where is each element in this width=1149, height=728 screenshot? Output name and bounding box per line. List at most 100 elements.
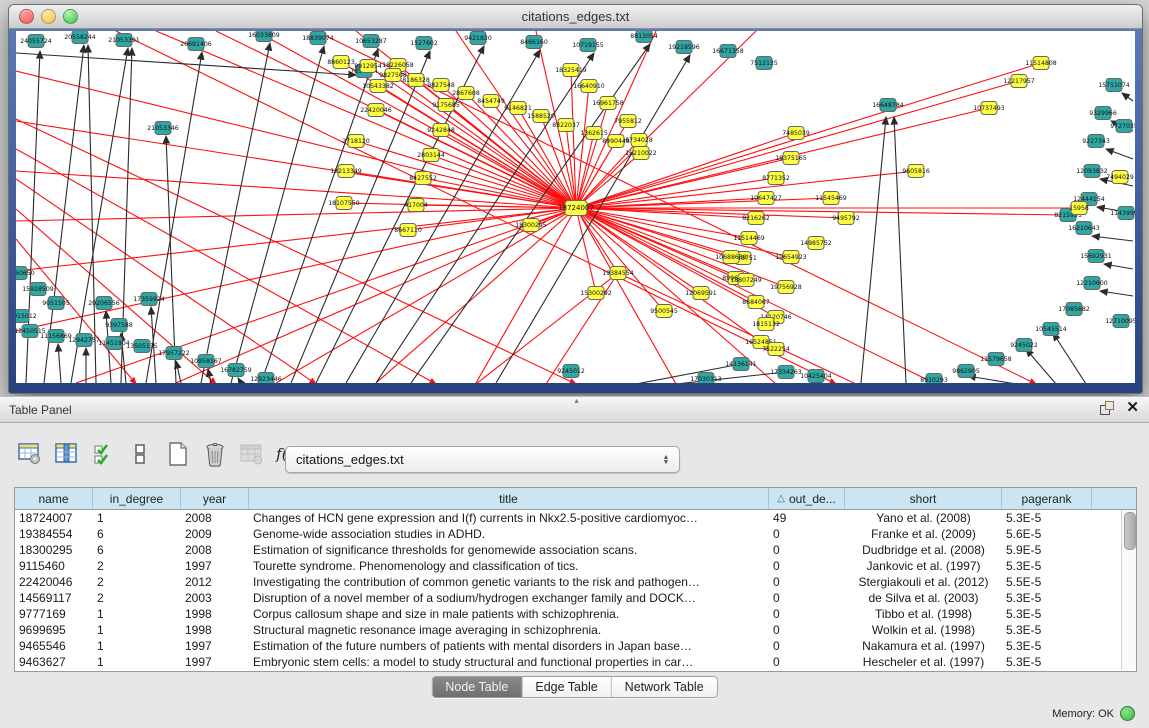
column-header-short[interactable]: short	[845, 488, 1002, 509]
table-cell-name: 9699695	[15, 622, 93, 638]
table-selector-dropdown[interactable]: citations_edges.txt ▲▼	[285, 446, 680, 473]
table-row[interactable]: 911546021997Tourette syndrome. Phenomeno…	[15, 558, 1136, 574]
graph-node-label: 11514469	[733, 235, 765, 242]
close-panel-icon[interactable]: ✕	[1126, 401, 1139, 415]
tab-network-table[interactable]: Network Table	[612, 677, 717, 697]
column-header-pagerank[interactable]: pagerank	[1002, 488, 1092, 509]
panel-resize-handle[interactable]: ▴	[575, 396, 579, 405]
table-row[interactable]: 977716911998Corpus callosum shape and si…	[15, 606, 1136, 622]
table-cell-name: 18724007	[15, 510, 93, 526]
scrollbar-thumb[interactable]	[1124, 512, 1136, 550]
column-header-out_degree[interactable]: △out_de...	[769, 488, 845, 509]
table-cell-short: Stergiakouli et al. (2012)	[845, 574, 1002, 590]
zoom-window-button[interactable]	[63, 9, 78, 24]
graph-node-label: 9175685	[432, 102, 460, 109]
graph-node-label: 9227343	[1082, 138, 1110, 145]
graph-node-label: 25260650	[16, 270, 35, 277]
tab-edge-table[interactable]: Edge Table	[522, 677, 611, 697]
graph-node-label: 417004	[404, 202, 428, 209]
graph-node-label: 7522254	[762, 346, 790, 353]
window-titlebar[interactable]: citations_edges.txt	[9, 5, 1142, 29]
graph-node-label: 12923446	[250, 376, 282, 383]
close-window-button[interactable]	[19, 9, 34, 24]
vertical-scrollbar[interactable]	[1121, 510, 1136, 670]
graph-node-label: 11514808	[1025, 60, 1057, 67]
column-header-title[interactable]: title	[249, 488, 769, 509]
table-row[interactable]: 1872400712008Changes of HCN gene express…	[15, 510, 1136, 526]
graph-edge	[1092, 236, 1133, 241]
graph-node-label: 8454749	[477, 98, 505, 105]
table-cell-pagerank: 5.3E-5	[1002, 622, 1092, 638]
table-cell-year: 2003	[181, 590, 249, 606]
graph-node-label: 19218596	[668, 44, 700, 51]
table-cell-short: Franke et al. (2009)	[845, 526, 1002, 542]
network-canvas[interactable]: 2405572420558244210533912069140616033809…	[16, 31, 1135, 383]
graph-node-label: 22420046	[360, 107, 392, 114]
delete-trash-icon[interactable]	[201, 439, 229, 469]
graph-node-label: 9242848	[427, 127, 455, 134]
graph-node-label: 8860123	[327, 59, 355, 66]
column-header-name[interactable]: name	[15, 488, 93, 509]
graph-node-label: 10653287	[355, 38, 387, 45]
graph-node-label: 2803144	[417, 152, 445, 159]
table-cell-year: 1997	[181, 654, 249, 670]
new-file-icon[interactable]	[164, 439, 192, 469]
graph-edge	[156, 31, 576, 208]
table-cell-in_degree: 2	[93, 558, 181, 574]
graph-node-label: 20206556	[88, 300, 120, 307]
table-cell-pagerank: 5.9E-5	[1002, 542, 1092, 558]
table-cell-title: Corpus callosum shape and size in male p…	[249, 606, 769, 622]
graph-node-label: 9421830	[464, 35, 492, 42]
table-settings-icon[interactable]	[16, 439, 44, 469]
graph-node-label: 10647427	[750, 195, 782, 202]
column-header-year[interactable]: year	[181, 488, 249, 509]
tab-node-table[interactable]: Node Table	[432, 677, 522, 697]
table-cell-short: Dudbridge et al. (2008)	[845, 542, 1002, 558]
graph-node-label: 9397588	[105, 322, 133, 329]
graph-node-label: 14136141	[725, 361, 757, 368]
table-selector-value: citations_edges.txt	[286, 452, 657, 467]
table-cell-short: de Silva et al. (2003)	[845, 590, 1002, 606]
table-cell-pagerank: 5.3E-5	[1002, 654, 1092, 670]
graph-edge	[16, 149, 436, 383]
table-body[interactable]: 1872400712008Changes of HCN gene express…	[15, 510, 1136, 671]
column-header-in_degree[interactable]: in_degree	[93, 488, 181, 509]
graph-edge	[1026, 349, 1056, 383]
node-attribute-table: namein_degreeyeartitle△out_de...shortpag…	[14, 487, 1137, 672]
graph-edge	[16, 121, 576, 208]
table-row[interactable]: 1456911722003Disruption of a novel membe…	[15, 590, 1136, 606]
float-panel-icon[interactable]	[1100, 401, 1114, 415]
graph-node-label: 12942757	[68, 337, 100, 344]
citation-graph[interactable]: 2405572420558244210533912069140616033809…	[16, 31, 1135, 383]
table-cell-out_degree: 0	[769, 654, 845, 670]
network-window: citations_edges.txt 24055724205582442105…	[8, 4, 1143, 394]
panel-title: Table Panel	[9, 403, 72, 417]
table-row[interactable]: 2242004622012Investigating the contribut…	[15, 574, 1136, 590]
table-cell-title: Disruption of a novel member of a sodium…	[249, 590, 769, 606]
graph-edge	[16, 53, 356, 75]
table-row[interactable]: 1938455462009Genome-wide association stu…	[15, 526, 1136, 542]
table-row[interactable]: 946362711997Embryonic stem cells: a mode…	[15, 654, 1136, 670]
graph-node-label: 12217957	[1003, 78, 1035, 85]
table-cell-title: Estimation of significance thresholds fo…	[249, 542, 769, 558]
table-cell-title: Embryonic stem cells: a model to study s…	[249, 654, 769, 670]
graph-edge	[576, 171, 916, 208]
clear-selection-icon[interactable]	[127, 439, 155, 469]
select-all-checklist-icon[interactable]	[90, 439, 118, 469]
select-column-icon[interactable]	[53, 439, 81, 469]
graph-node-label: 15692931	[1080, 253, 1112, 260]
graph-edge	[968, 376, 1016, 383]
graph-node-label: 9329966	[1089, 110, 1117, 117]
graph-node-label: 10737493	[973, 105, 1005, 112]
table-row[interactable]: 1830029562008Estimation of significance …	[15, 542, 1136, 558]
table-cell-pagerank: 5.6E-5	[1002, 526, 1092, 542]
graph-node-label: 9146821	[504, 105, 532, 112]
graph-edge	[58, 344, 61, 383]
minimize-window-button[interactable]	[41, 9, 56, 24]
graph-node-label: 7494029	[1106, 174, 1134, 181]
table-row[interactable]: 969969511998Structural magnetic resonanc…	[15, 622, 1136, 638]
table-row[interactable]: 946554611997Estimation of the future num…	[15, 638, 1136, 654]
graph-node-label: 8667110	[394, 227, 422, 234]
graph-node-label: 12093832	[1076, 168, 1108, 175]
dropdown-arrows-icon: ▲▼	[657, 455, 679, 465]
